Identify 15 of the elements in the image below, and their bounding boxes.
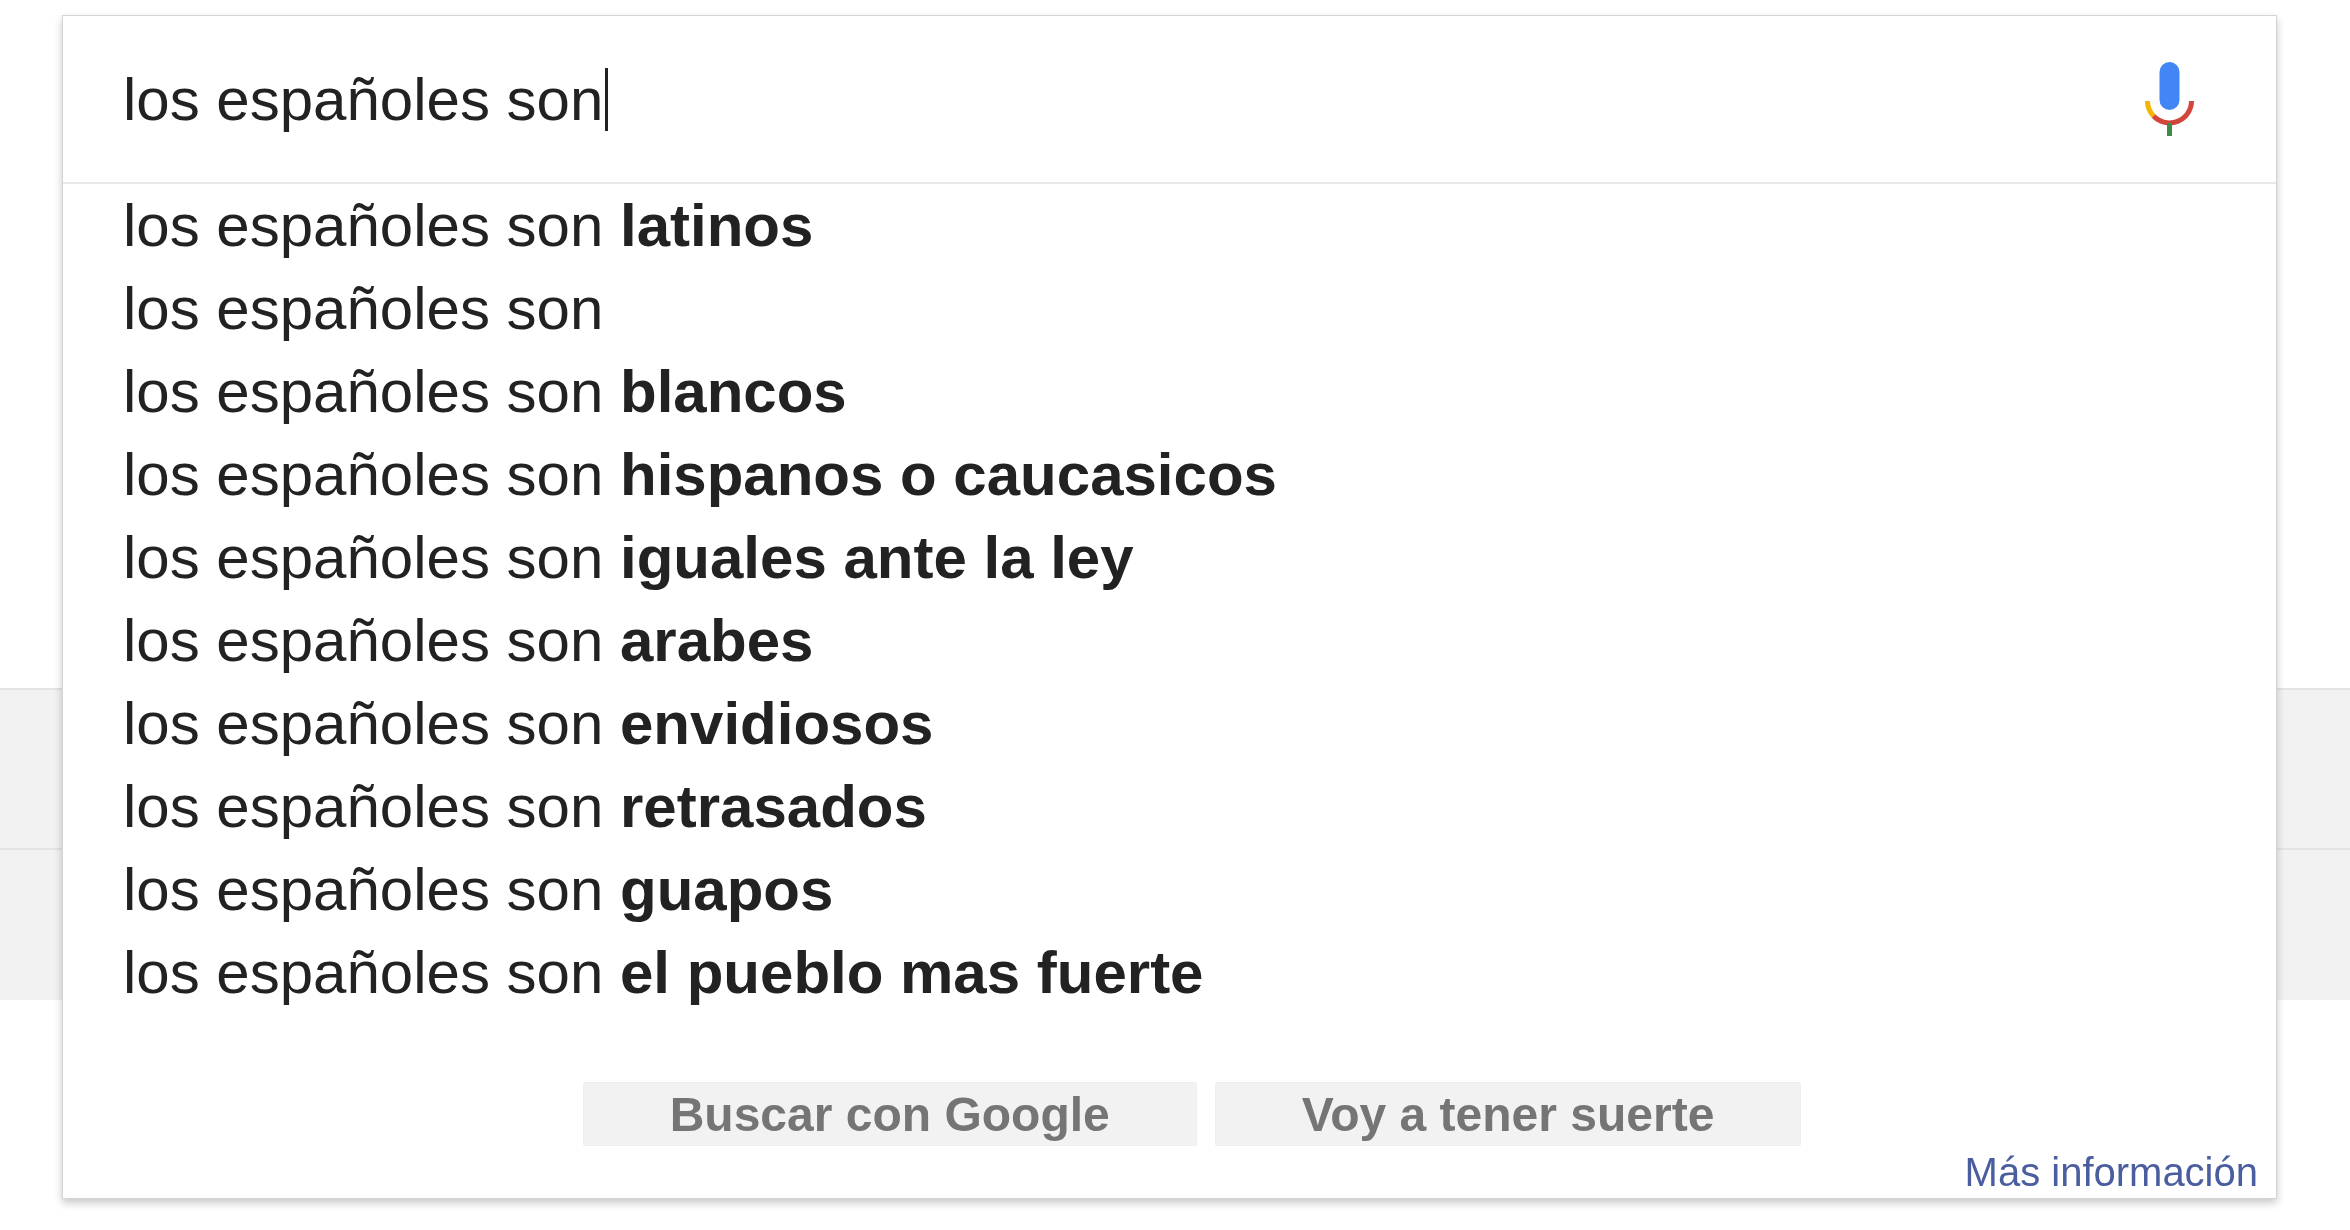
suggestion-item[interactable]: los españoles son envidiosos bbox=[123, 682, 934, 765]
search-button[interactable]: Voy a tener suerte bbox=[1214, 1082, 1802, 1146]
suggestion-item[interactable]: los españoles son arabes bbox=[123, 599, 814, 682]
search-field[interactable]: los españoles son bbox=[123, 16, 2103, 182]
suggestion-item[interactable]: los españoles son iguales ante la ley bbox=[123, 516, 1134, 599]
suggestion-item[interactable]: los españoles son el pueblo mas fuerte bbox=[123, 931, 1204, 1014]
suggestion-item[interactable]: los españoles son hispanos o caucasicos bbox=[123, 433, 1277, 516]
suggestion-item[interactable]: los españoles son retrasados bbox=[123, 765, 927, 848]
microphone-icon[interactable] bbox=[2143, 61, 2196, 137]
suggestion-item[interactable]: los españoles son blancos bbox=[123, 350, 847, 433]
suggestion-item[interactable]: los españoles son bbox=[123, 267, 604, 350]
more-info-link[interactable]: Más información bbox=[1964, 1150, 2258, 1194]
search-button[interactable]: Buscar con Google bbox=[582, 1082, 1197, 1146]
suggestion-item[interactable]: los españoles son guapos bbox=[123, 848, 834, 931]
suggestion-item[interactable]: los españoles son latinos bbox=[123, 184, 814, 267]
